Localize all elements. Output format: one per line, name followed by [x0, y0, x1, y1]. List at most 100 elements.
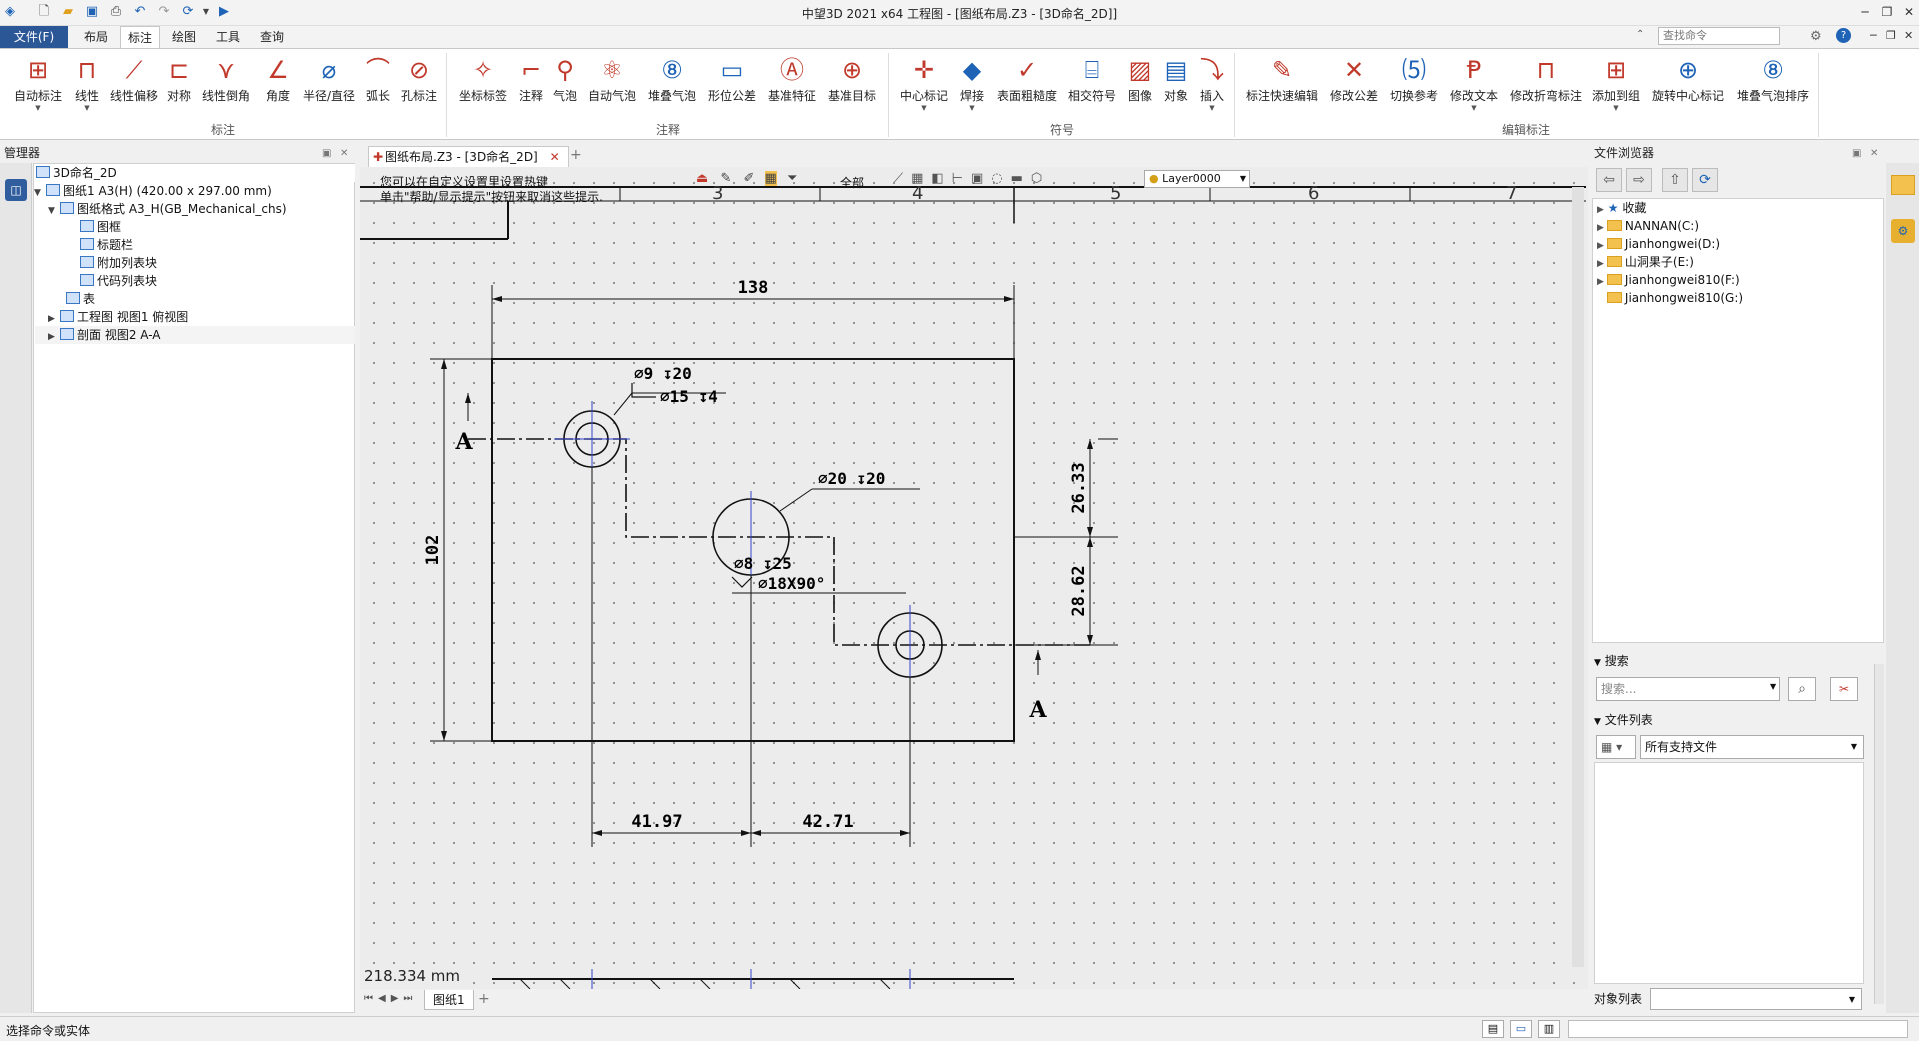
doc-min-icon[interactable]: ─ — [1870, 29, 1877, 42]
modify-text-button[interactable]: Ᵽ 修改文本 ▼ — [1446, 53, 1502, 112]
hole-callout-1a[interactable]: ⌀9 ↧20 — [634, 364, 692, 383]
dim-41-97[interactable]: 41.97 — [631, 812, 682, 832]
minimize-button[interactable]: ─ — [1854, 2, 1876, 22]
favorites-item[interactable]: ▶ ★ 收藏 — [1597, 199, 1646, 217]
balloon-button[interactable]: ⚲ 气泡 — [550, 53, 580, 104]
linear-dim-button[interactable]: ⊓ 线性 ▼ — [70, 53, 104, 112]
drive-item[interactable]: ▶ 山洞果子(E:) — [1597, 253, 1694, 271]
forward-arrow-icon[interactable]: ⇨ — [1626, 168, 1652, 192]
center-mark-button[interactable]: ✛ 中心标记 ▼ — [896, 53, 952, 112]
tree-item[interactable]: 表 — [66, 290, 95, 308]
close-button[interactable]: ✕ — [1898, 2, 1919, 22]
dim-102[interactable]: 102 — [423, 535, 443, 566]
vertical-scrollbar[interactable] — [1572, 187, 1584, 967]
add-to-group-button[interactable]: ⊞ 添加到组 ▼ — [1588, 53, 1644, 112]
auto-balloon-button[interactable]: ⚛ 自动气泡 — [584, 53, 640, 104]
panel-pin-icon[interactable]: ▣ — [1852, 145, 1861, 162]
hole-callout-button[interactable]: ⊘ 孔标注 — [398, 53, 440, 104]
drive-item[interactable]: ▶ Jianhongwei(D:) — [1597, 235, 1720, 253]
modify-tolerance-button[interactable]: ✕ 修改公差 — [1326, 53, 1382, 104]
coord-label-button[interactable]: ✧ 坐标标签 — [456, 53, 510, 104]
quick-edit-dim-button[interactable]: ✎ 标注快速编辑 — [1242, 53, 1322, 104]
panel-pin-icon[interactable]: ▣ — [322, 145, 331, 162]
dim-28-62[interactable]: 28.62 — [1069, 565, 1089, 616]
drive-item[interactable]: ▶ Jianhongwei810(F:) — [1597, 271, 1740, 289]
panel-close-icon[interactable]: ✕ — [340, 145, 348, 162]
gdt-button[interactable]: ▭ 形位公差 — [704, 53, 760, 104]
radius-diameter-button[interactable]: ⌀ 半径/直径 — [300, 53, 358, 104]
filter-pen-icon[interactable]: ✐ — [743, 171, 754, 186]
up-arrow-icon[interactable]: ⇧ — [1662, 168, 1688, 192]
new-tab-icon[interactable]: + — [570, 147, 582, 163]
view-mode-select[interactable]: ▦ ▾ — [1596, 735, 1636, 759]
arc-length-button[interactable]: ⌒ 弧长 — [360, 53, 396, 104]
tree-item[interactable]: 附加列表块 — [80, 254, 157, 272]
drive-item[interactable]: ▶ Jianhongwei810(G:) — [1597, 289, 1743, 307]
collapse-ribbon-icon[interactable]: ⌃ — [1636, 29, 1644, 40]
screen-view-icon[interactable]: ▭ — [1510, 1020, 1532, 1038]
modify-bend-dim-button[interactable]: ⊓ 修改折弯标注 — [1506, 53, 1586, 104]
display-toolbar[interactable]: ⟋▦◧⊢▣◌▬⬡ — [894, 171, 1050, 186]
tree-item[interactable]: 代码列表块 — [80, 272, 157, 290]
window-view-icon[interactable]: ▥ — [1538, 1020, 1560, 1038]
settings-gear-icon[interactable]: ⚙ — [1810, 29, 1822, 44]
doc-restore-icon[interactable]: ❐ — [1886, 29, 1896, 42]
file-search-input[interactable]: 搜索... — [1596, 677, 1780, 701]
tab-annotate[interactable]: 标注 — [120, 26, 160, 49]
hole-callout-3b[interactable]: ⌀18X90° — [758, 574, 825, 593]
object-button[interactable]: ▤ 对象 — [1160, 53, 1192, 104]
dim-42-71[interactable]: 42.71 — [802, 812, 853, 832]
assembly-manager-icon[interactable]: ◫ — [5, 179, 27, 201]
clear-search-icon[interactable]: ✂ — [1830, 677, 1858, 701]
linear-chamfer-button[interactable]: ⋎ 线性倒角 — [198, 53, 254, 104]
file-list-section-header[interactable]: ▼ 文件列表 — [1594, 711, 1882, 729]
weld-button[interactable]: ◆ 焊接 ▼ — [956, 53, 988, 112]
layer-select[interactable]: ● Layer0000 ▼ — [1144, 170, 1250, 188]
tab-query[interactable]: 查询 — [254, 26, 290, 48]
datum-feature-button[interactable]: Ⓐ 基准特征 — [764, 53, 820, 104]
tree-item[interactable]: ▼ 图纸格式 A3_H(GB_Mechanical_chs) — [48, 200, 287, 218]
datum-target-button[interactable]: ⊕ 基准目标 — [824, 53, 880, 104]
snap-icon[interactable]: ▦ — [764, 171, 777, 186]
hole-callout-3a[interactable]: ⌀8 ↧25 — [734, 554, 792, 573]
pick-icon[interactable]: ✎ — [720, 171, 731, 186]
image-button[interactable]: ▨ 图像 — [1124, 53, 1156, 104]
file-browser-folder-icon[interactable] — [1891, 175, 1915, 195]
search-section-header[interactable]: ▼ 搜索 — [1594, 652, 1882, 670]
auto-dim-button[interactable]: ⊞ 自动标注 ▼ — [10, 53, 66, 112]
file-menu[interactable]: 文件(F) — [0, 26, 68, 48]
rotate-center-mark-button[interactable]: ⊕ 旋转中心标记 — [1648, 53, 1728, 104]
funnel-icon[interactable]: ⏷ — [787, 171, 797, 186]
drawing-canvas[interactable]: 138 102 26.33 28.62 41.97 42.71 ⌀9 ↧20 ⌀… — [360, 167, 1588, 989]
filter-select[interactable]: 全部 — [840, 174, 864, 191]
tab-draw[interactable]: 绘图 — [166, 26, 202, 48]
refresh-icon[interactable]: ⟳ — [1692, 168, 1718, 192]
document-tab[interactable]: ✚ 图纸布局.Z3 - [3D命名_2D] ✕ — [368, 146, 569, 167]
hole-callout-2[interactable]: ⌀20 ↧20 — [818, 469, 885, 488]
symmetric-button[interactable]: ⊏ 对称 — [164, 53, 194, 104]
toggle-reference-button[interactable]: ⑸ 切换参考 — [1386, 53, 1442, 104]
search-dropdown-icon[interactable]: ▼ — [1770, 682, 1776, 691]
linear-offset-button[interactable]: ⟋ 线性偏移 — [108, 53, 160, 104]
hole-callout-1b[interactable]: ⌀15 ↧4 — [660, 387, 718, 406]
back-arrow-icon[interactable]: ⇦ — [1596, 168, 1622, 192]
close-tab-icon[interactable]: ✕ — [550, 150, 560, 164]
intersect-symbol-button[interactable]: ⌸ 相交符号 — [1064, 53, 1120, 104]
help-icon[interactable]: ? — [1836, 28, 1851, 43]
tree-item[interactable]: 图框 — [80, 218, 121, 236]
tree-item[interactable]: 3D命名_2D — [36, 164, 117, 182]
tree-item[interactable]: ▶ 工程图 视图1 俯视图 — [48, 308, 188, 326]
sheet-nav-icons[interactable]: ⏮◀▶⏭ — [364, 993, 417, 1004]
library-icon[interactable]: ⚙ — [1891, 219, 1915, 243]
command-search-input[interactable]: 查找命令 — [1658, 27, 1780, 45]
exit-icon[interactable]: ⏏ — [696, 171, 708, 186]
panel-close-icon[interactable]: ✕ — [1870, 145, 1878, 162]
note-button[interactable]: ⌐ 注释 — [516, 53, 546, 104]
search-icon[interactable]: ⌕ — [1788, 677, 1816, 701]
angle-dim-button[interactable]: ∠ 角度 — [258, 53, 298, 104]
doc-close-icon[interactable]: ✕ — [1904, 29, 1913, 42]
tree-item[interactable]: ▶ 剖面 视图2 A-A — [48, 326, 161, 344]
tree-item[interactable]: 标题栏 — [80, 236, 133, 254]
tree-item[interactable]: ▼ 图纸1 A3(H) (420.00 x 297.00 mm) — [34, 182, 272, 200]
restore-button[interactable]: ❐ — [1876, 2, 1898, 22]
